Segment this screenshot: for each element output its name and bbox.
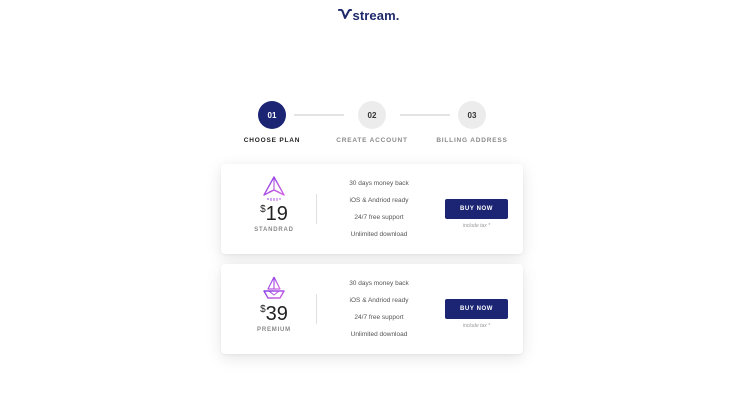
divider bbox=[316, 194, 317, 224]
plan-price: $19 bbox=[221, 204, 327, 224]
v-logo-icon bbox=[337, 9, 352, 19]
price-value: 19 bbox=[265, 203, 288, 225]
feature-item: Unlimited download bbox=[350, 231, 408, 238]
feature-list: 30 days money back iOS & Andriod ready 2… bbox=[329, 278, 429, 346]
step-choose-plan[interactable]: 01 CHOOSE PLAN bbox=[232, 101, 312, 144]
feature-item: iOS & Andriod ready bbox=[349, 197, 409, 204]
plan-name: STANDRAD bbox=[254, 227, 294, 233]
step-label: CHOOSE PLAN bbox=[243, 137, 301, 144]
step-label: CREATE ACCOUNT bbox=[336, 137, 408, 144]
plan-name: PREMIUM bbox=[257, 327, 291, 333]
buy-now-button[interactable]: BUY NOW bbox=[445, 299, 508, 319]
plan-card-premium: $39 PREMIUM 30 days money back iOS & And… bbox=[221, 264, 523, 354]
plan-cta: BUY NOW include tax * bbox=[445, 297, 508, 329]
tax-note: include tax * bbox=[462, 223, 491, 229]
step-number: 02 bbox=[358, 101, 386, 129]
feature-item: Unlimited download bbox=[350, 331, 408, 338]
step-billing-address[interactable]: 03 BILLING ADDRESS bbox=[432, 101, 512, 144]
feature-item: 24/7 free support bbox=[354, 214, 404, 221]
paper-boat-icon bbox=[263, 276, 285, 302]
brand-name: stream. bbox=[352, 7, 400, 23]
divider bbox=[316, 294, 317, 324]
step-create-account[interactable]: 02 CREATE ACCOUNT bbox=[332, 101, 412, 144]
feature-list: 30 days money back iOS & Andriod ready 2… bbox=[329, 178, 429, 246]
step-number: 03 bbox=[458, 101, 486, 129]
feature-item: 30 days money back bbox=[349, 280, 409, 287]
plan-summary: $39 PREMIUM bbox=[221, 264, 327, 354]
feature-item: iOS & Andriod ready bbox=[349, 297, 409, 304]
plan-cta: BUY NOW include tax * bbox=[445, 197, 508, 229]
plan-price: $39 bbox=[221, 304, 327, 324]
progress-steps: 01 CHOOSE PLAN 02 CREATE ACCOUNT 03 BILL… bbox=[0, 101, 737, 149]
tax-note: include tax * bbox=[462, 323, 491, 329]
plan-summary: $19 STANDRAD bbox=[221, 164, 327, 254]
feature-item: 30 days money back bbox=[349, 180, 409, 187]
price-value: 39 bbox=[265, 303, 288, 325]
plan-card-standard: $19 STANDRAD 30 days money back iOS & An… bbox=[221, 164, 523, 254]
feature-item: 24/7 free support bbox=[354, 314, 404, 321]
buy-now-button[interactable]: BUY NOW bbox=[445, 199, 508, 219]
step-number: 01 bbox=[258, 101, 286, 129]
brand-logo[interactable]: stream. bbox=[0, 6, 737, 24]
paper-plane-icon bbox=[263, 176, 285, 201]
logo-mark: stream. bbox=[337, 7, 400, 23]
step-label: BILLING ADDRESS bbox=[436, 137, 508, 144]
